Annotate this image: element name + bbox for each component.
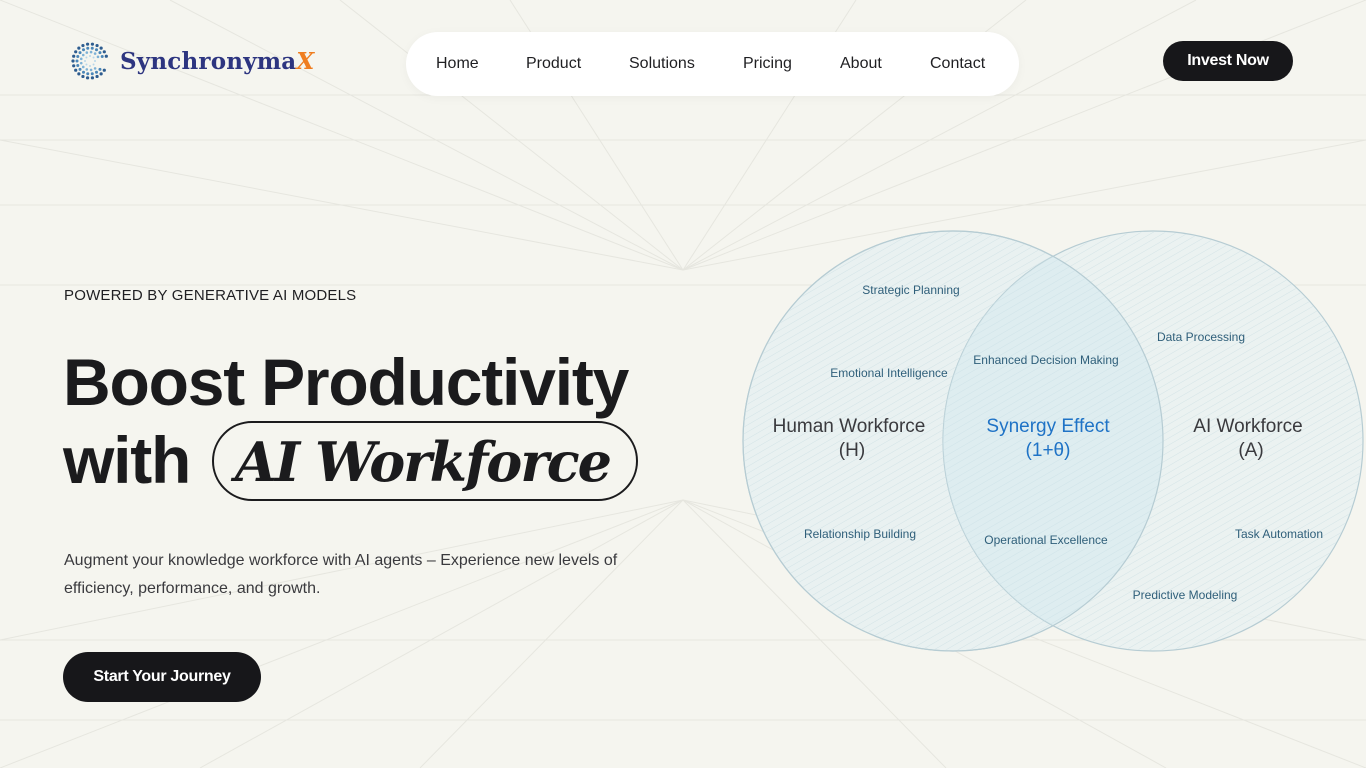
logo-dot bbox=[81, 43, 85, 48]
logo-dot bbox=[74, 50, 78, 54]
venn-center-item: Operational Excellence bbox=[984, 533, 1108, 547]
headline-highlight-text: AI Workforce bbox=[235, 430, 612, 494]
nav-link-product[interactable]: Product bbox=[526, 55, 581, 73]
logo-dot bbox=[85, 68, 89, 71]
logo-dot bbox=[72, 54, 76, 58]
nav-link-solutions[interactable]: Solutions bbox=[629, 55, 695, 73]
logo-dot bbox=[79, 61, 83, 65]
logo-dot bbox=[78, 67, 82, 71]
logo-dot bbox=[99, 72, 103, 76]
logo-dot bbox=[82, 48, 85, 52]
start-journey-button[interactable]: Start Your Journey bbox=[63, 652, 261, 702]
logo-dot bbox=[85, 56, 88, 59]
logo-dot bbox=[89, 65, 91, 67]
venn-right-item: Data Processing bbox=[1157, 330, 1245, 344]
logo-dot bbox=[93, 52, 97, 55]
logo-dot bbox=[82, 70, 85, 74]
logo-dot bbox=[86, 72, 90, 76]
logo-dot bbox=[93, 67, 97, 70]
logo-dot bbox=[81, 74, 85, 79]
logo-dot bbox=[90, 42, 95, 46]
venn-right-symbol: (A) bbox=[1238, 440, 1263, 461]
logo-dot bbox=[89, 55, 91, 57]
logo-dot bbox=[102, 68, 106, 72]
logo-dot bbox=[95, 48, 98, 52]
venn-right-title: AI Workforce bbox=[1193, 416, 1302, 437]
venn-center-title: Synergy Effect bbox=[986, 416, 1110, 437]
logo-dot bbox=[85, 76, 90, 80]
logo-mark-icon bbox=[71, 42, 108, 80]
logo-dot bbox=[72, 64, 76, 68]
venn-center-item: Enhanced Decision Making bbox=[973, 353, 1118, 367]
hero-headline-line2-prefix: with bbox=[63, 423, 191, 497]
brand-name-accent: X bbox=[296, 47, 315, 75]
hero-headline-line1: Boost Productivity bbox=[63, 345, 629, 419]
logo-dot bbox=[85, 63, 88, 66]
logo-dot bbox=[99, 46, 103, 50]
brand-name: SynchronymaX bbox=[120, 48, 314, 75]
logo-dot bbox=[94, 60, 96, 62]
venn-left-title: Human Workforce bbox=[773, 416, 926, 437]
logo-dot bbox=[89, 68, 93, 72]
logo-dot bbox=[104, 54, 108, 58]
logo-dot bbox=[90, 76, 95, 80]
brand-name-main: Synchronyma bbox=[120, 47, 297, 75]
headline-highlight-pill: AI Workforce bbox=[212, 421, 638, 501]
workforce-venn-diagram: Human Workforce (H) Synergy Effect (1+θ)… bbox=[742, 230, 1364, 652]
logo-dot bbox=[81, 65, 85, 69]
logo-dot bbox=[92, 56, 95, 59]
logo-dot bbox=[95, 74, 99, 79]
venn-right-item: Predictive Modeling bbox=[1133, 588, 1238, 602]
logo-dot bbox=[95, 43, 99, 48]
logo-dot bbox=[90, 46, 94, 50]
hero-subtext: Augment your knowledge workforce with AI… bbox=[64, 552, 618, 597]
logo-dot bbox=[71, 59, 75, 63]
logo-dot bbox=[84, 60, 86, 62]
logo-dot bbox=[90, 72, 94, 76]
logo-dot bbox=[98, 67, 102, 71]
logo-dot bbox=[96, 55, 100, 59]
logo-dot bbox=[89, 50, 93, 54]
venn-right-item: Task Automation bbox=[1235, 527, 1323, 541]
venn-center-symbol: (1+θ) bbox=[1026, 440, 1071, 461]
nav-link-home[interactable]: Home bbox=[436, 55, 479, 73]
logo-dot bbox=[85, 42, 90, 46]
logo-dot bbox=[76, 63, 80, 67]
logo-dot bbox=[100, 55, 104, 59]
logo-dot bbox=[79, 57, 83, 61]
logo-dot bbox=[77, 72, 81, 76]
brand-logo[interactable]: SynchronymaX bbox=[71, 42, 314, 80]
main-nav: Home Product Solutions Pricing About Con… bbox=[406, 32, 1019, 96]
venn-left-symbol: (H) bbox=[839, 440, 865, 461]
logo-dot bbox=[78, 51, 82, 55]
venn-left-item: Strategic Planning bbox=[862, 283, 959, 297]
logo-dot bbox=[95, 70, 98, 74]
logo-dot bbox=[85, 51, 89, 54]
logo-dot bbox=[75, 59, 79, 63]
logo-dot bbox=[81, 53, 85, 57]
venn-left-item: Relationship Building bbox=[804, 527, 916, 541]
landing-page: SynchronymaX Home Product Solutions Pric… bbox=[0, 0, 1366, 768]
logo-dot bbox=[86, 46, 90, 50]
invest-now-button[interactable]: Invest Now bbox=[1163, 41, 1293, 81]
logo-dot bbox=[74, 68, 78, 72]
logo-dot bbox=[92, 63, 95, 66]
logo-dot bbox=[102, 50, 106, 54]
hero-eyebrow: POWERED BY GENERATIVE AI MODELS bbox=[64, 287, 357, 304]
nav-link-pricing[interactable]: Pricing bbox=[743, 55, 792, 73]
logo-dot bbox=[77, 46, 81, 50]
nav-link-about[interactable]: About bbox=[840, 55, 882, 73]
nav-link-contact[interactable]: Contact bbox=[930, 55, 985, 73]
venn-left-item: Emotional Intelligence bbox=[830, 366, 948, 380]
logo-dot bbox=[76, 55, 80, 59]
logo-dot bbox=[98, 51, 102, 55]
